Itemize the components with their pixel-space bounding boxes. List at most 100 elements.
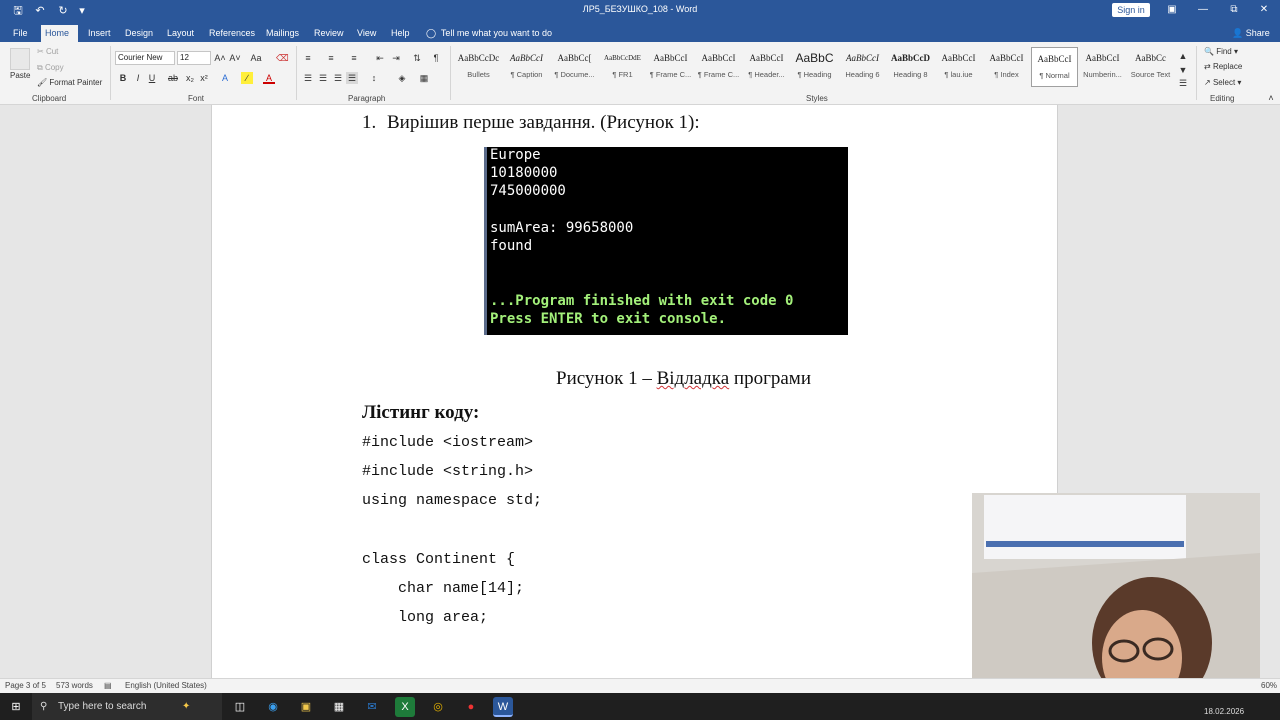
- format-painter-button[interactable]: 🖌 Format Painter: [37, 78, 102, 87]
- underline-icon[interactable]: U: [146, 72, 158, 84]
- multilevel-list-icon[interactable]: ≡: [348, 52, 360, 64]
- language-indicator[interactable]: English (United States): [125, 681, 207, 690]
- sign-in-button[interactable]: Sign in: [1112, 3, 1150, 17]
- file-explorer-icon[interactable]: ▣: [296, 697, 316, 717]
- text-effects-icon[interactable]: A: [219, 72, 231, 84]
- font-color-icon[interactable]: A: [263, 72, 275, 84]
- increase-indent-icon[interactable]: ⇥: [390, 52, 402, 64]
- superscript-icon[interactable]: x²: [198, 72, 210, 84]
- select-button[interactable]: ↗ Select ▾: [1204, 78, 1241, 87]
- styles-scroll-down-icon[interactable]: ▼: [1177, 64, 1189, 76]
- windows-start-icon[interactable]: ⊞: [6, 697, 26, 717]
- grow-font-icon[interactable]: A˄: [214, 52, 226, 64]
- cut-button[interactable]: ✂ Cut: [37, 47, 58, 56]
- justify-icon[interactable]: ☰: [346, 72, 358, 84]
- tab-file[interactable]: File: [9, 25, 32, 42]
- style-numbering[interactable]: AaBbCcI Numberin...: [1079, 47, 1126, 87]
- tab-references[interactable]: References: [205, 25, 259, 42]
- minimize-button[interactable]: —: [1193, 2, 1213, 18]
- style-lau[interactable]: AaBbCcI ¶ lau.iue: [935, 47, 982, 87]
- outlook-icon[interactable]: ✉: [362, 697, 382, 717]
- bold-icon[interactable]: B: [117, 72, 129, 84]
- task-view-icon[interactable]: ◫: [230, 697, 250, 717]
- font-family-select[interactable]: Courier New: [115, 51, 175, 65]
- tab-design[interactable]: Design: [121, 25, 157, 42]
- share-label: Share: [1245, 28, 1270, 38]
- tab-review[interactable]: Review: [310, 25, 348, 42]
- shading-icon[interactable]: ◈: [396, 72, 408, 84]
- shrink-font-icon[interactable]: A˅: [229, 52, 241, 64]
- recording-icon[interactable]: ●: [461, 697, 481, 717]
- style-heading-6[interactable]: AaBbCcI Heading 6: [839, 47, 886, 87]
- show-marks-icon[interactable]: ¶: [430, 52, 442, 64]
- tab-mailings[interactable]: Mailings: [262, 25, 303, 42]
- store-icon[interactable]: ▦: [329, 697, 349, 717]
- style-heading-8[interactable]: AaBbCcD Heading 8: [887, 47, 934, 87]
- borders-icon[interactable]: ▦: [418, 72, 430, 84]
- style-heading[interactable]: AaBbC ¶ Heading: [791, 47, 838, 87]
- restore-button[interactable]: ⧉: [1224, 2, 1244, 18]
- tab-help[interactable]: Help: [387, 25, 414, 42]
- paste-icon[interactable]: [10, 48, 30, 70]
- chrome-icon[interactable]: ◎: [428, 697, 448, 717]
- style-normal[interactable]: AaBbCcI ¶ Normal: [1031, 47, 1078, 87]
- style-caption[interactable]: AaBbCcI ¶ Caption: [503, 47, 550, 87]
- style-preview: AaBbCcI: [1037, 54, 1072, 64]
- console-line: ...Program finished with exit code 0: [490, 293, 794, 309]
- word-count[interactable]: 573 words: [56, 681, 93, 690]
- copy-button[interactable]: ⧉ Copy: [37, 63, 64, 73]
- style-preview: AaBbCcI: [989, 53, 1024, 63]
- page-indicator[interactable]: Page 3 of 5: [5, 681, 46, 690]
- paragraph-group-label: Paragraph: [348, 94, 386, 103]
- tab-view[interactable]: View: [353, 25, 380, 42]
- taskbar-date[interactable]: 18.02.2026: [1204, 707, 1244, 716]
- style-header[interactable]: AaBbCcI ¶ Header...: [743, 47, 790, 87]
- share-button[interactable]: 👤 Share: [1232, 25, 1270, 42]
- tab-home[interactable]: Home: [41, 25, 78, 42]
- tab-layout[interactable]: Layout: [163, 25, 198, 42]
- code-line: #include <iostream>: [362, 434, 534, 451]
- close-button[interactable]: ✕: [1254, 2, 1274, 18]
- tell-me-search[interactable]: ◯ Tell me what you want to do: [426, 25, 552, 42]
- italic-icon[interactable]: I: [132, 72, 144, 84]
- zoom-level[interactable]: 60%: [1261, 681, 1277, 690]
- align-right-icon[interactable]: ☰: [332, 72, 344, 84]
- tab-insert[interactable]: Insert: [84, 25, 115, 42]
- change-case-icon[interactable]: Aa: [250, 52, 262, 64]
- replace-button[interactable]: ⇄ Replace: [1204, 62, 1242, 71]
- align-center-icon[interactable]: ☰: [317, 72, 329, 84]
- style-index[interactable]: AaBbCcI ¶ Index: [983, 47, 1030, 87]
- collapse-ribbon-icon[interactable]: ˄: [1265, 92, 1277, 104]
- bullets-icon[interactable]: ≡: [302, 52, 314, 64]
- style-source-text[interactable]: AaBbCc Source Text: [1127, 47, 1174, 87]
- proofing-icon[interactable]: ▤: [104, 681, 112, 690]
- font-size-select[interactable]: 12: [177, 51, 211, 65]
- sort-icon[interactable]: ⇅: [411, 52, 423, 64]
- styles-more-icon[interactable]: ☰: [1177, 77, 1189, 89]
- paste-button[interactable]: Paste: [10, 71, 30, 80]
- find-button[interactable]: 🔍 Find ▾: [1204, 47, 1238, 56]
- align-left-icon[interactable]: ☰: [302, 72, 314, 84]
- clear-formatting-icon[interactable]: ⌫: [276, 52, 289, 64]
- ribbon-display-options-icon[interactable]: ▣: [1162, 2, 1182, 18]
- highlight-icon[interactable]: ∕: [241, 72, 253, 84]
- word-icon[interactable]: W: [493, 697, 513, 717]
- search-icon: ⚲: [40, 701, 48, 712]
- style-frame-1[interactable]: AaBbCcI ¶ Frame C...: [647, 47, 694, 87]
- document-page[interactable]: 1. Вирішив перше завдання. (Рисунок 1): …: [211, 105, 1058, 678]
- strikethrough-icon[interactable]: ab: [167, 72, 179, 84]
- style-document[interactable]: AaBbCc[¶ Docume...: [551, 47, 598, 87]
- subscript-icon[interactable]: x₂: [184, 72, 196, 84]
- line-spacing-icon[interactable]: ↕: [368, 72, 380, 84]
- taskbar-search[interactable]: ⚲ Type here to search ✦: [32, 693, 222, 720]
- style-bullets[interactable]: AaBbCcDc Bullets: [455, 47, 502, 87]
- style-fr1[interactable]: AaBbCcDdE ¶ FR1: [599, 47, 646, 87]
- excel-icon[interactable]: X: [395, 697, 415, 717]
- edge-icon[interactable]: ◉: [263, 697, 283, 717]
- style-frame-2[interactable]: AaBbCcI ¶ Frame C...: [695, 47, 742, 87]
- numbering-icon[interactable]: ≡: [325, 52, 337, 64]
- webcam-video: [972, 493, 1260, 709]
- style-preview: AaBbCc[: [557, 53, 592, 63]
- styles-scroll-up-icon[interactable]: ▲: [1177, 50, 1189, 62]
- decrease-indent-icon[interactable]: ⇤: [374, 52, 386, 64]
